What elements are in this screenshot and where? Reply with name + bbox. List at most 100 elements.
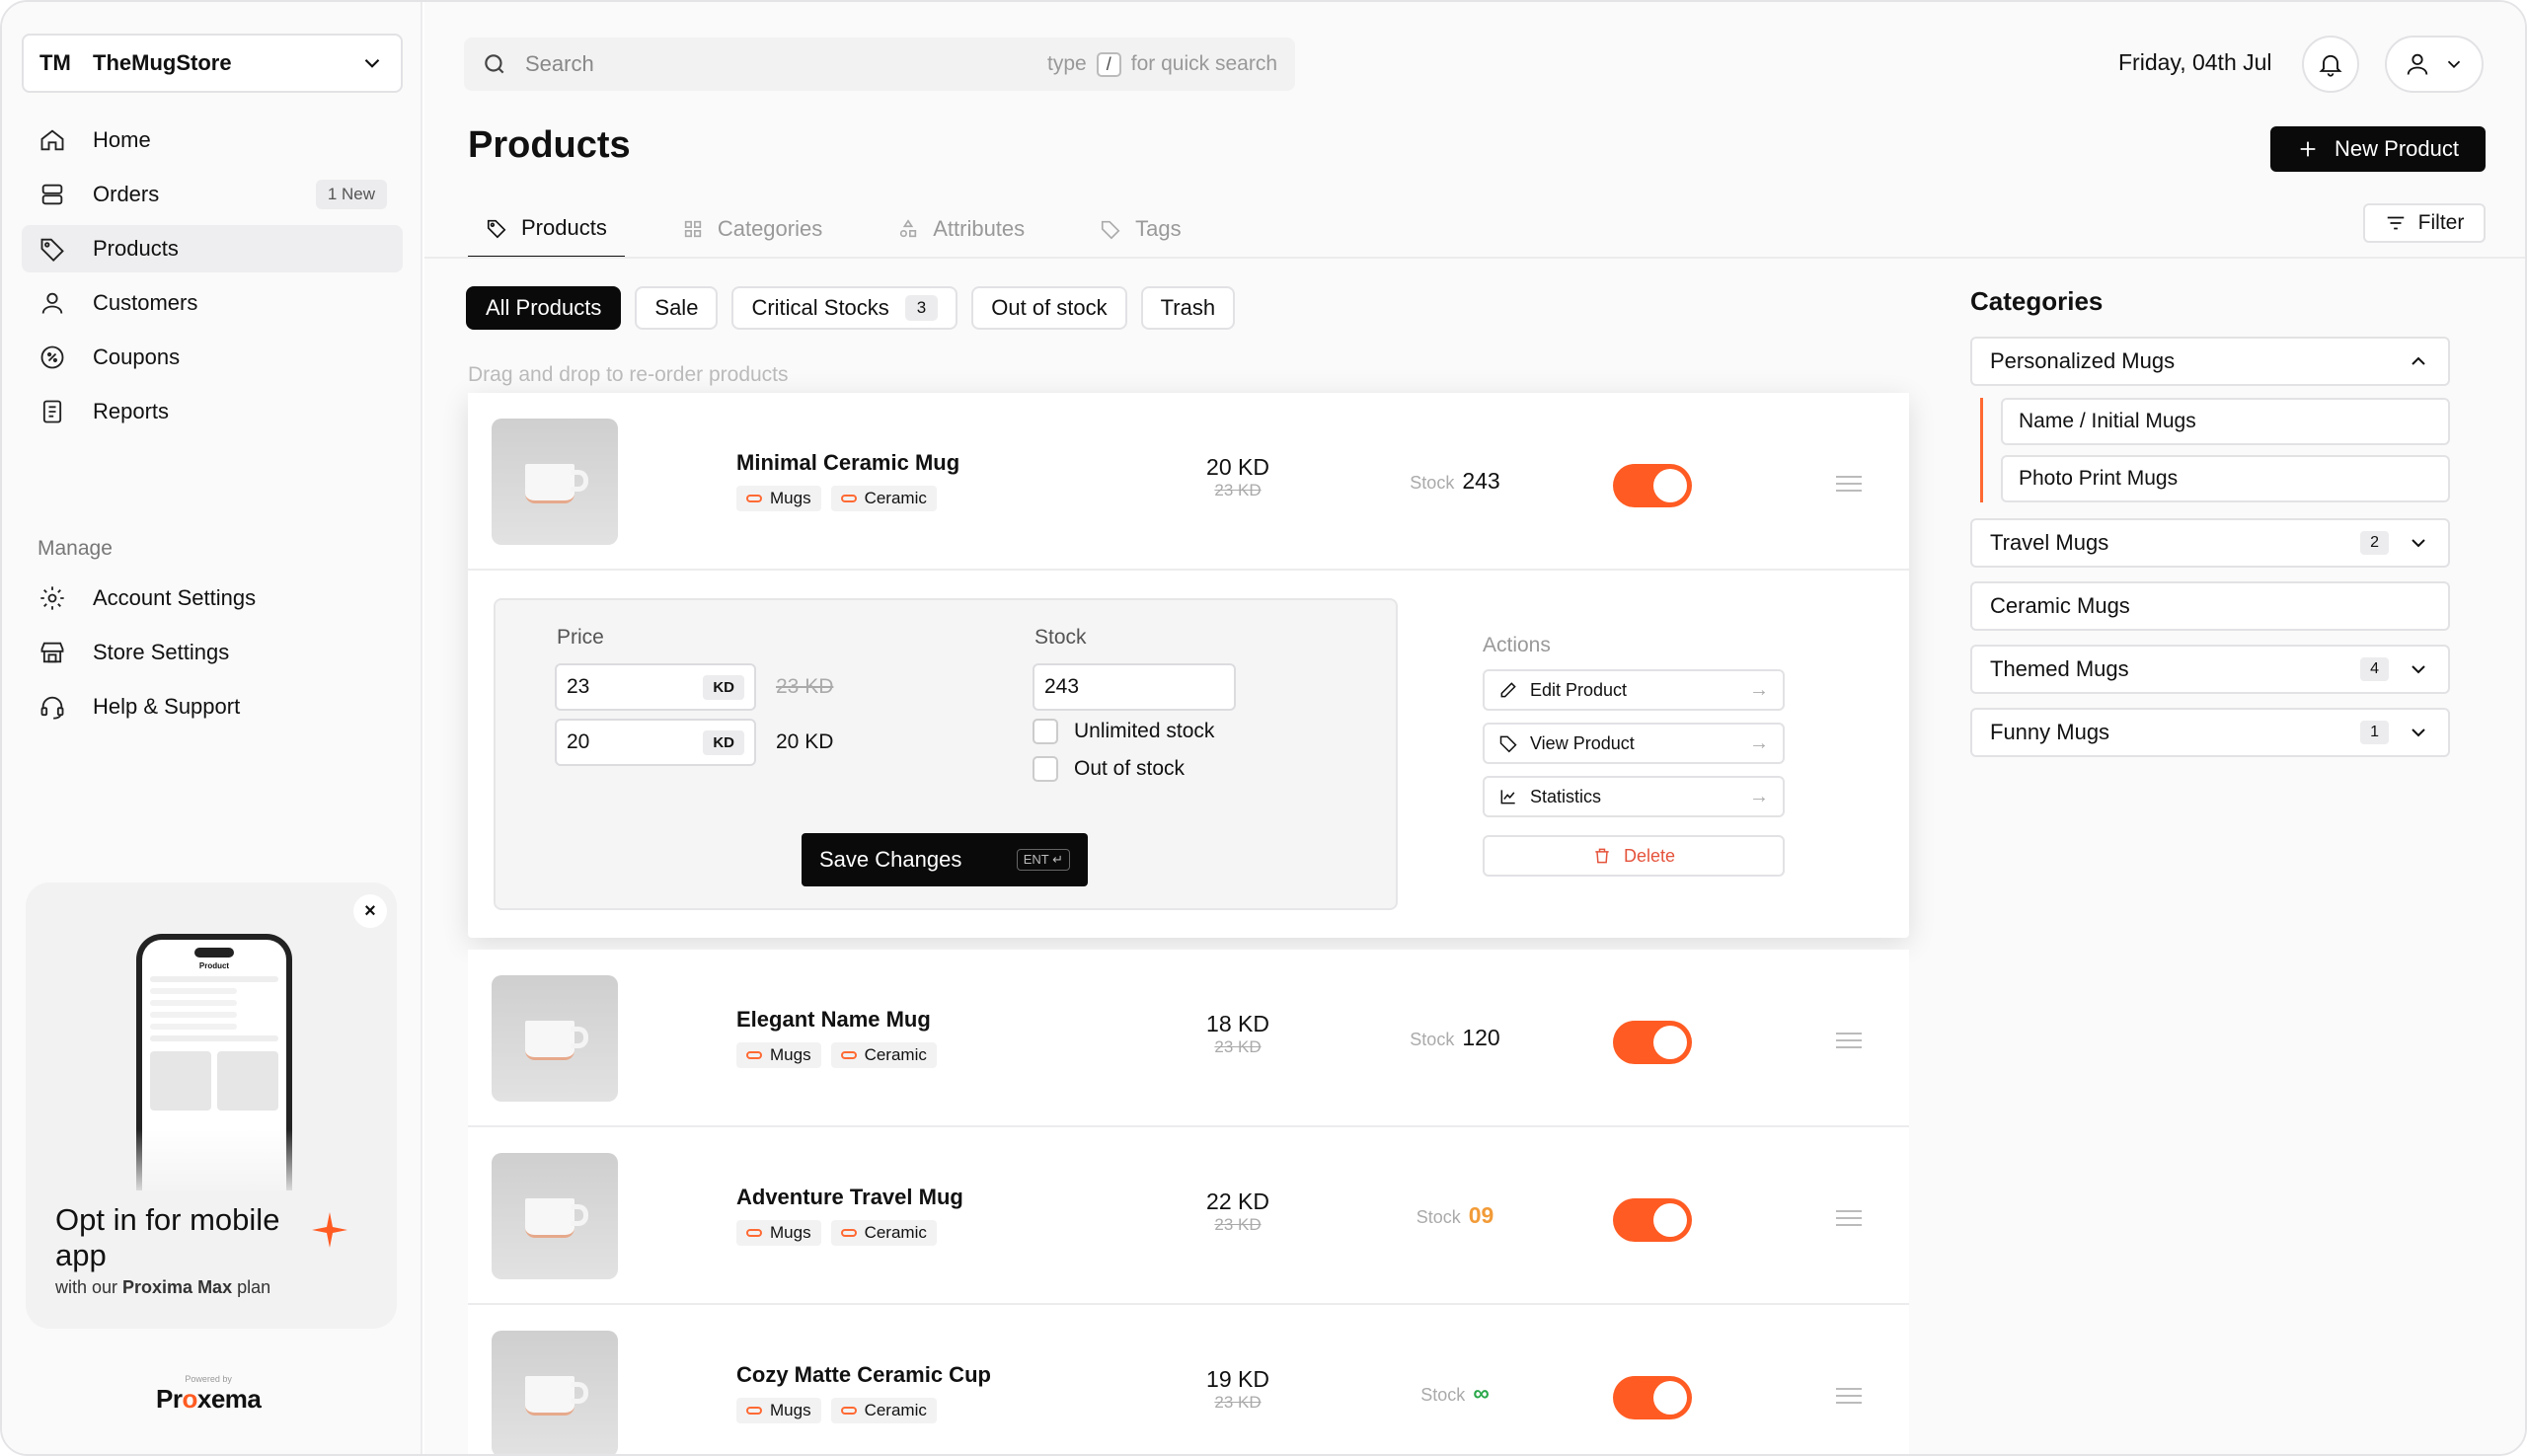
user-menu-button[interactable]	[2385, 36, 2484, 93]
promo-title: Opt in for mobile app	[55, 1202, 280, 1272]
product-tabs: Products Categories Attributes Tags	[468, 199, 1239, 259]
product-tag: Ceramic	[830, 1220, 937, 1246]
orders-new-badge: 1 New	[315, 180, 387, 209]
notifications-button[interactable]	[2302, 36, 2359, 93]
category-themed-mugs[interactable]: Themed Mugs 4	[1970, 645, 2450, 694]
user-icon	[2407, 53, 2428, 75]
sidebar-item-label: Reports	[93, 399, 170, 423]
unlimited-stock-checkbox[interactable]: Unlimited stock	[1033, 719, 1214, 744]
product-thumbnail	[492, 1331, 618, 1454]
tab-attributes[interactable]: Attributes	[880, 199, 1042, 259]
tab-products[interactable]: Products	[468, 199, 625, 259]
pencil-icon	[1500, 682, 1516, 698]
table-row[interactable]: Adventure Travel Mug Mugs Ceramic 22 KD …	[468, 1127, 1909, 1305]
sidebar-item-store-settings[interactable]: Store Settings	[22, 629, 403, 676]
enter-key-hint: ENT ↵	[1016, 849, 1070, 871]
drag-handle-icon[interactable]	[1836, 476, 1862, 494]
product-thumbnail	[492, 419, 618, 545]
sidebar-item-reports[interactable]: Reports	[22, 388, 403, 435]
product-price: 22 KD 23 KD	[1206, 1188, 1269, 1234]
product-name: Minimal Ceramic Mug	[736, 450, 960, 475]
tab-tags[interactable]: Tags	[1082, 199, 1198, 259]
subcategory-list: Name / Initial Mugs Photo Print Mugs	[1980, 398, 2450, 502]
sale-price-display: 20 KD	[776, 730, 834, 753]
table-row[interactable]: Cozy Matte Ceramic Cup Mugs Ceramic 19 K…	[468, 1305, 1909, 1454]
sidebar-item-label: Products	[93, 236, 179, 261]
store-switcher[interactable]: TM TheMugStore	[22, 34, 403, 93]
store-initials: TM	[39, 50, 71, 75]
orders-icon	[38, 180, 67, 209]
tag-icon	[38, 234, 67, 264]
product-stock: Stock ∞	[1420, 1380, 1490, 1406]
regular-price-input[interactable]: 23 KD	[555, 663, 756, 711]
sidebar-item-home[interactable]: Home	[22, 116, 403, 164]
delete-product-button[interactable]: Delete	[1483, 835, 1785, 877]
category-ceramic-mugs[interactable]: Ceramic Mugs	[1970, 581, 2450, 631]
product-tag: Ceramic	[830, 1398, 937, 1423]
sidebar-item-account-settings[interactable]: Account Settings	[22, 575, 403, 622]
sidebar-item-label: Store Settings	[93, 640, 230, 664]
app-window: TM TheMugStore Home Orders 1 New Product…	[0, 0, 2527, 1456]
sale-price-input[interactable]: 20 KD	[555, 719, 756, 766]
publish-toggle[interactable]	[1613, 1376, 1692, 1419]
product-list: Minimal Ceramic Mug Mugs Ceramic 20 KD 2…	[468, 393, 1909, 1454]
chevron-down-icon	[2412, 728, 2425, 737]
filter-button[interactable]: Filter	[2363, 203, 2486, 243]
category-personalized-mugs[interactable]: Personalized Mugs	[1970, 337, 2450, 386]
arrow-right-icon: →	[1749, 678, 1769, 701]
category-travel-mugs[interactable]: Travel Mugs 2	[1970, 518, 2450, 568]
category-funny-mugs[interactable]: Funny Mugs 1	[1970, 708, 2450, 757]
view-product-button[interactable]: View Product →	[1483, 723, 1785, 764]
product-name: Elegant Name Mug	[736, 1007, 931, 1032]
headset-icon	[38, 692, 67, 722]
sidebar-item-customers[interactable]: Customers	[22, 279, 403, 327]
publish-toggle[interactable]	[1613, 464, 1692, 507]
sidebar-item-label: Customers	[93, 290, 198, 315]
product-price: 18 KD 23 KD	[1206, 1011, 1269, 1056]
regular-price-display: 23 KD	[776, 675, 834, 698]
subcategory-name-initial-mugs[interactable]: Name / Initial Mugs	[2001, 398, 2450, 445]
tab-categories[interactable]: Categories	[664, 199, 840, 259]
chip-out-of-stock[interactable]: Out of stock	[971, 286, 1127, 330]
save-changes-button[interactable]: Save Changes ENT ↵	[802, 833, 1088, 886]
sidebar-item-coupons[interactable]: Coupons	[22, 334, 403, 381]
tags-icon	[1102, 220, 1120, 240]
page-title: Products	[468, 124, 631, 166]
tabs-divider	[424, 257, 2525, 259]
chip-trash[interactable]: Trash	[1140, 286, 1236, 330]
subcategory-photo-print-mugs[interactable]: Photo Print Mugs	[2001, 455, 2450, 502]
phone-screen-title: Product	[198, 961, 230, 970]
product-price: 20 KD 23 KD	[1206, 454, 1269, 499]
main-nav: Home Orders 1 New Products Customers Cou…	[22, 116, 403, 442]
table-row[interactable]: Elegant Name Mug Mugs Ceramic 18 KD 23 K…	[468, 950, 1909, 1127]
grid-icon	[684, 220, 701, 238]
drag-handle-icon[interactable]	[1836, 1210, 1862, 1228]
chevron-down-icon	[2412, 665, 2425, 674]
sidebar-item-products[interactable]: Products	[22, 225, 403, 272]
search-input[interactable]: Search type / for quick search	[464, 38, 1295, 91]
table-row[interactable]: Minimal Ceramic Mug Mugs Ceramic 20 KD 2…	[468, 393, 1909, 571]
out-of-stock-checkbox[interactable]: Out of stock	[1033, 756, 1185, 782]
statistics-button[interactable]: Statistics →	[1483, 776, 1785, 817]
chip-critical-stocks[interactable]: Critical Stocks 3	[731, 286, 958, 330]
stock-input[interactable]: 243	[1033, 663, 1236, 711]
arrow-right-icon: →	[1749, 785, 1769, 807]
publish-toggle[interactable]	[1613, 1021, 1692, 1064]
edit-product-button[interactable]: Edit Product →	[1483, 669, 1785, 711]
chip-sale[interactable]: Sale	[635, 286, 719, 330]
plus-icon	[2300, 141, 2316, 157]
drag-handle-icon[interactable]	[1836, 1388, 1862, 1406]
drag-handle-icon[interactable]	[1836, 1033, 1862, 1050]
publish-toggle[interactable]	[1613, 1198, 1692, 1242]
bell-icon	[2319, 54, 2342, 77]
close-icon[interactable]: ×	[353, 894, 387, 928]
product-stock: Stock 09	[1416, 1202, 1494, 1228]
sidebar-item-help[interactable]: Help & Support	[22, 683, 403, 730]
product-stock: Stock 243	[1410, 468, 1500, 494]
sidebar-item-label: Coupons	[93, 345, 181, 369]
sidebar-item-orders[interactable]: Orders 1 New	[22, 171, 403, 218]
new-product-button[interactable]: New Product	[2270, 126, 2486, 172]
product-tag: Mugs	[736, 1042, 821, 1068]
chip-all-products[interactable]: All Products	[466, 286, 622, 330]
product-card-expanded: Minimal Ceramic Mug Mugs Ceramic 20 KD 2…	[468, 393, 1909, 938]
